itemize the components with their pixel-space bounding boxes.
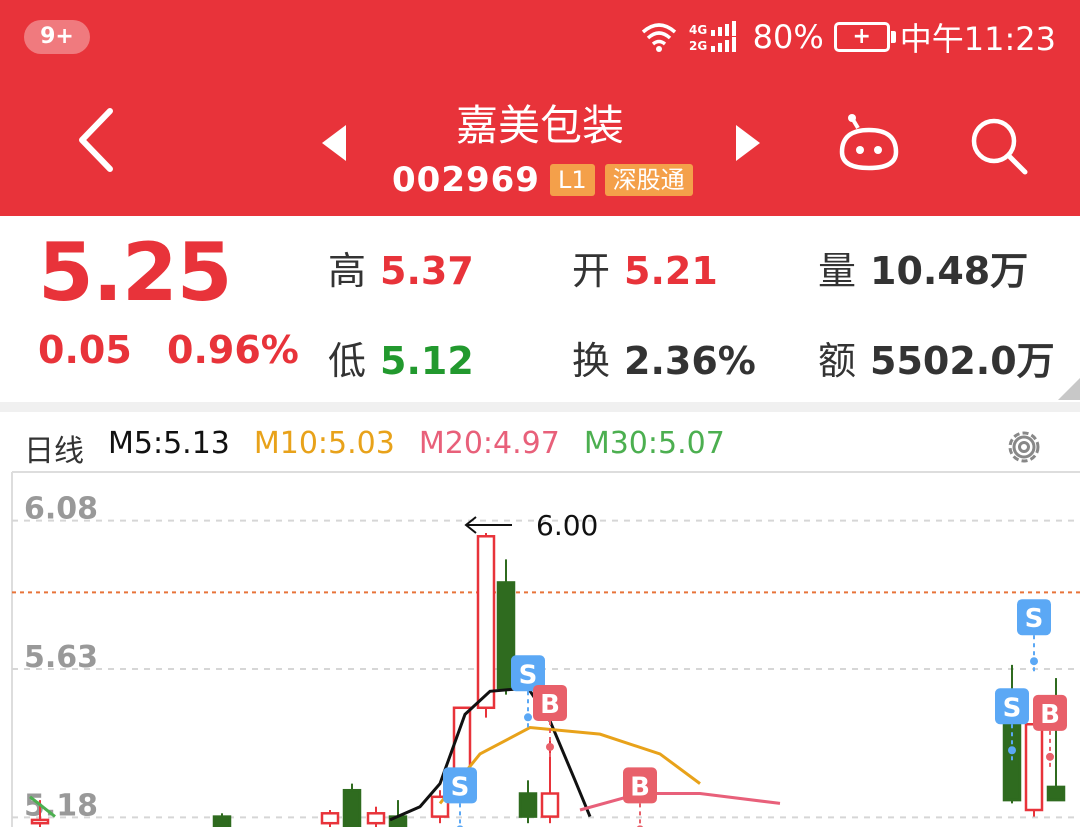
current-price: 5.25 bbox=[38, 226, 232, 319]
level-tag: L1 bbox=[549, 164, 595, 196]
stock-code-row: 002969 L1 深股通 bbox=[392, 160, 693, 200]
stat-turnover-label: 换 bbox=[572, 339, 611, 383]
search-icon[interactable] bbox=[968, 115, 1030, 177]
candle-body bbox=[366, 812, 386, 825]
signal-label: S bbox=[1025, 604, 1044, 634]
signal-icon: 4G 2G bbox=[689, 21, 736, 53]
battery-icon: + bbox=[833, 22, 896, 52]
signal-label: S bbox=[1003, 693, 1022, 723]
stat-open-label: 开 bbox=[572, 249, 611, 293]
signal-dot bbox=[1008, 746, 1016, 755]
price-change: 0.05 0.96% bbox=[38, 328, 321, 372]
signal-label: B bbox=[630, 772, 650, 802]
robot-icon[interactable] bbox=[834, 112, 904, 176]
stock-name: 嘉美包装 bbox=[455, 101, 624, 150]
kline-chart[interactable]: 6.085.635.186.00SSBBSS B bbox=[0, 412, 1080, 827]
stat-open-value: 5.21 bbox=[624, 249, 718, 293]
stat-volume-label: 量 bbox=[818, 249, 857, 293]
stat-open: 开 5.21 bbox=[572, 240, 718, 295]
stat-low-value: 5.12 bbox=[380, 339, 474, 383]
signal-dot bbox=[546, 742, 554, 751]
candle-body bbox=[342, 788, 362, 827]
candle-body bbox=[1046, 785, 1066, 802]
candle-body bbox=[476, 535, 496, 710]
battery-percent: 80% bbox=[752, 18, 824, 56]
change-amount: 0.05 bbox=[38, 328, 132, 372]
signal-dot bbox=[524, 713, 532, 722]
y-tick-label: 6.08 bbox=[24, 492, 98, 527]
stat-turnover: 换 2.36% bbox=[572, 330, 756, 385]
candle-body bbox=[320, 812, 340, 825]
stat-volume-value: 10.48万 bbox=[870, 249, 1029, 293]
signal-label: S bbox=[519, 660, 538, 690]
candle-body bbox=[540, 792, 560, 818]
stock-code: 002969 bbox=[392, 160, 540, 200]
svg-text:4G: 4G bbox=[689, 23, 707, 37]
stat-turnover-value: 2.36% bbox=[624, 339, 756, 383]
next-stock-icon[interactable] bbox=[736, 125, 760, 161]
app-header: 9+ 4G 2G 80% + 中午11:23 嘉美包装 002969 L1 深股… bbox=[0, 0, 1080, 216]
stat-low-label: 低 bbox=[328, 339, 367, 383]
high-annotation: 6.00 bbox=[536, 509, 598, 542]
stat-amount-value: 5502.0万 bbox=[870, 339, 1055, 383]
stat-high-label: 高 bbox=[328, 249, 367, 293]
signal-dot bbox=[1030, 657, 1038, 666]
signal-label: B bbox=[1040, 700, 1060, 730]
stat-high-value: 5.37 bbox=[380, 249, 474, 293]
change-percent: 0.96% bbox=[167, 328, 299, 372]
candle-body bbox=[30, 818, 50, 825]
notification-badge: 9+ bbox=[24, 20, 90, 54]
stat-amount: 额 5502.0万 bbox=[818, 330, 1055, 385]
stat-amount-label: 额 bbox=[818, 339, 857, 383]
clock: 中午11:23 bbox=[899, 20, 1056, 58]
signal-label: S bbox=[451, 772, 470, 802]
status-bar-right: 4G 2G 80% + 中午11:23 bbox=[639, 14, 1056, 60]
connect-tag: 深股通 bbox=[604, 164, 693, 196]
candle-body bbox=[518, 792, 538, 818]
signal-label: B bbox=[540, 690, 560, 720]
signal-dot bbox=[1046, 752, 1054, 761]
stat-volume: 量 10.48万 bbox=[818, 240, 1028, 295]
svg-text:2G: 2G bbox=[689, 39, 707, 53]
stat-high: 高 5.37 bbox=[328, 240, 474, 295]
y-tick-label: 5.63 bbox=[24, 640, 98, 675]
wifi-icon bbox=[641, 23, 676, 52]
ma20-line bbox=[579, 792, 781, 812]
candle-body bbox=[1024, 723, 1044, 812]
y-tick-label: 5.18 bbox=[24, 788, 98, 823]
expand-corner-icon[interactable] bbox=[1058, 378, 1080, 400]
candle-body bbox=[212, 815, 232, 827]
stat-low: 低 5.12 bbox=[328, 330, 474, 385]
